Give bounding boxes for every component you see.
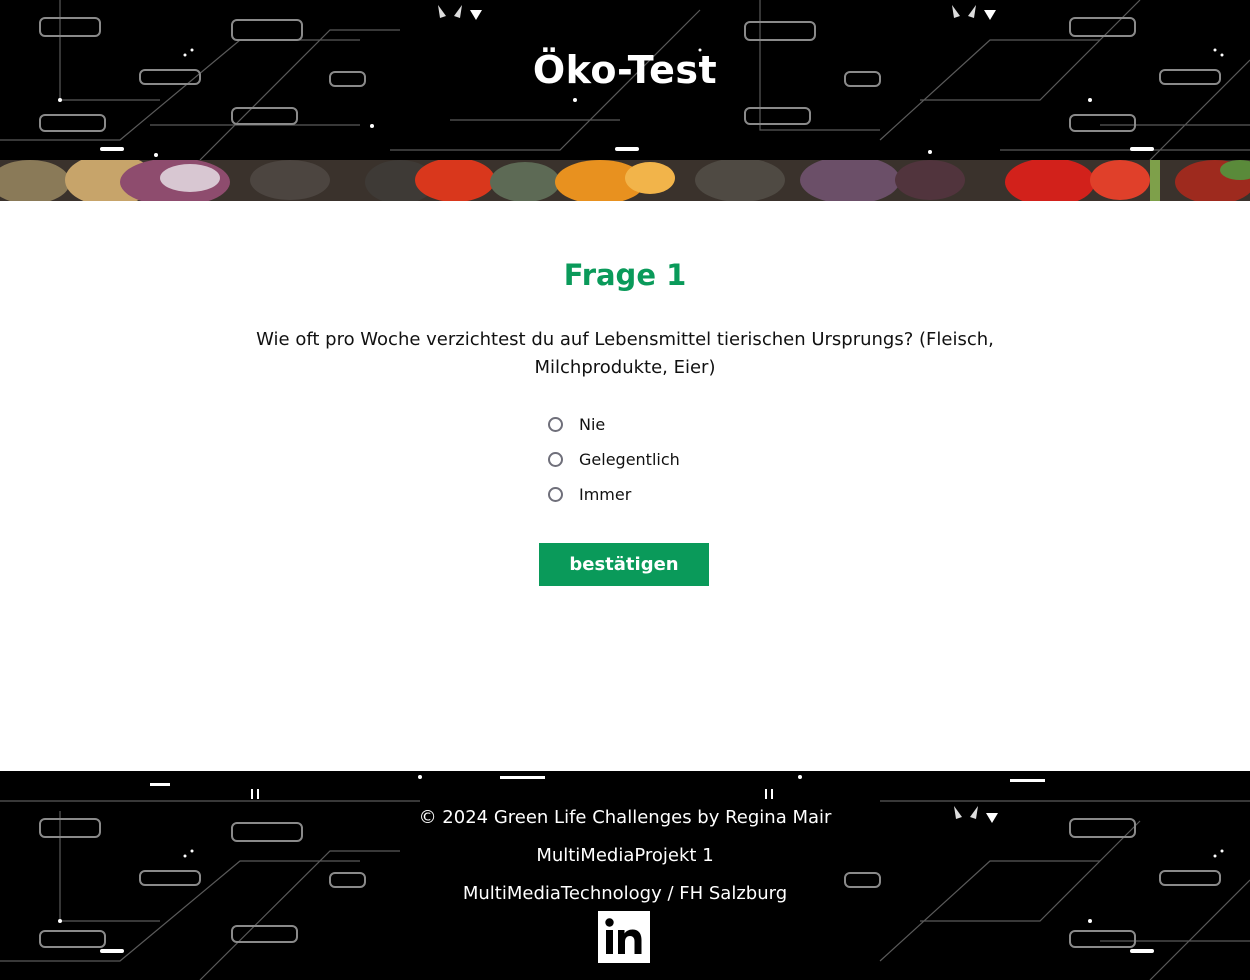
linkedin-link[interactable]: [598, 911, 650, 963]
radio-button[interactable]: [548, 452, 563, 467]
institution-text: MultiMediaTechnology / FH Salzburg: [462, 883, 788, 904]
confirm-button[interactable]: bestätigen: [539, 543, 709, 586]
answer-option-immer[interactable]: Immer: [548, 477, 680, 512]
answer-options: Nie Gelegentlich Immer: [548, 407, 680, 512]
footer-text: © 2024 Green Life Challenges by Regina M…: [0, 799, 1250, 913]
answer-option-gelegentlich[interactable]: Gelegentlich: [548, 442, 680, 477]
site-header: Öko-Test: [0, 0, 1250, 160]
question-title: Frage 1: [563, 258, 687, 292]
linkedin-icon: [598, 911, 650, 963]
copyright-text: © 2024 Green Life Challenges by Regina M…: [418, 807, 832, 828]
site-footer: © 2024 Green Life Challenges by Regina M…: [0, 771, 1250, 980]
radio-button[interactable]: [548, 417, 563, 432]
answer-option-nie[interactable]: Nie: [548, 407, 680, 442]
answer-label: Nie: [579, 415, 606, 434]
answer-label: Gelegentlich: [579, 450, 680, 469]
question-text: Wie oft pro Woche verzichtest du auf Leb…: [256, 329, 994, 378]
site-title: Öko-Test: [532, 48, 718, 92]
project-text: MultiMediaProjekt 1: [536, 845, 714, 866]
vegetables-banner-image: [0, 160, 1250, 201]
answer-label: Immer: [579, 485, 632, 504]
radio-button[interactable]: [548, 487, 563, 502]
quiz-section: Frage 1 Wie oft pro Woche verzichtest du…: [0, 201, 1250, 771]
